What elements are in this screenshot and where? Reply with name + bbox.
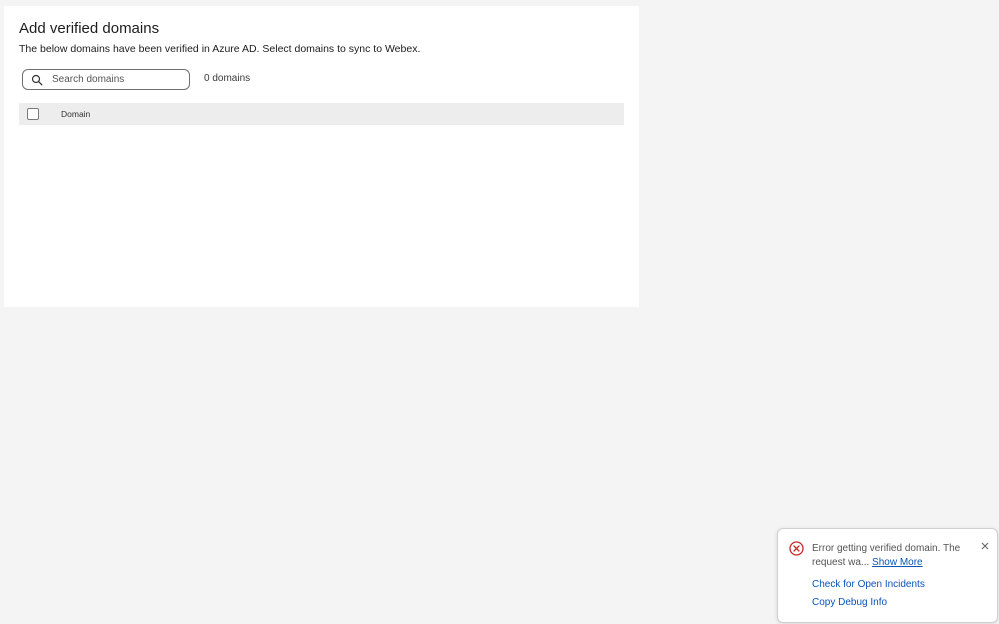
copy-debug-info-link[interactable]: Copy Debug Info	[812, 597, 887, 608]
show-more-link[interactable]: Show More	[872, 557, 923, 568]
close-icon[interactable]	[980, 538, 990, 550]
domain-count: 0 domains	[204, 73, 251, 84]
search-icon	[31, 74, 43, 86]
error-circle-icon	[789, 541, 804, 556]
check-open-incidents-link[interactable]: Check for Open Incidents	[812, 579, 925, 590]
page-subtitle: The below domains have been verified in …	[19, 43, 421, 55]
page-title: Add verified domains	[19, 20, 160, 37]
select-all-checkbox[interactable]	[27, 108, 39, 120]
verified-domains-panel: Add verified domains The below domains h…	[4, 6, 639, 307]
column-header-domain[interactable]: Domain	[61, 109, 90, 119]
search-box[interactable]	[22, 69, 190, 90]
table-header: Domain	[19, 103, 624, 125]
toast-message: Error getting verified domain. The reque…	[812, 542, 972, 570]
search-input[interactable]	[52, 74, 172, 85]
error-toast: Error getting verified domain. The reque…	[777, 528, 998, 623]
